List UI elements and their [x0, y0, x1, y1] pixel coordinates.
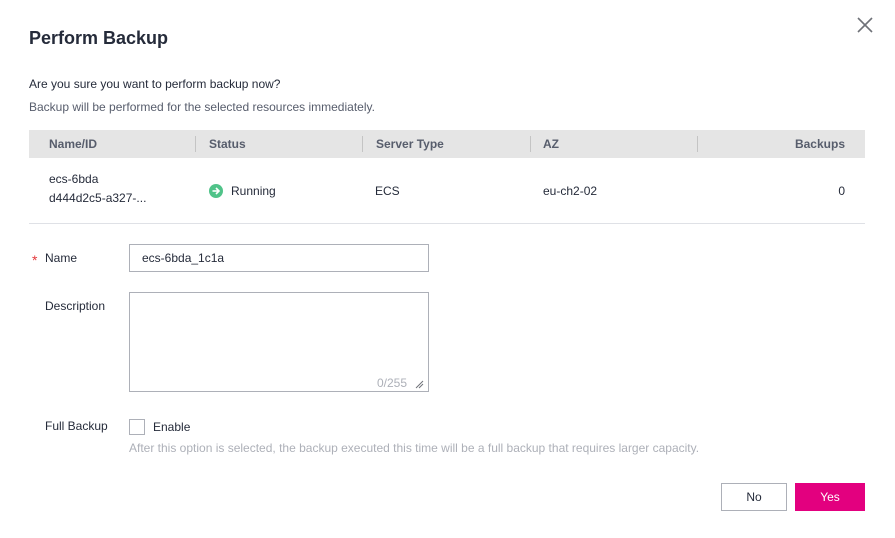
column-header-server-type: Server Type [376, 137, 444, 151]
yes-button[interactable]: Yes [795, 483, 865, 511]
description-counter: 0/255 [377, 376, 408, 390]
info-text: Backup will be performed for the selecte… [29, 100, 375, 114]
resource-id: d444d2c5-a327-... [49, 191, 147, 205]
enable-label[interactable]: Enable [153, 420, 190, 434]
backup-name-input[interactable] [129, 244, 429, 272]
column-header-name-id: Name/ID [49, 137, 98, 151]
close-icon[interactable] [852, 12, 878, 38]
name-label: Name [45, 251, 78, 265]
full-backup-label: Full Backup [45, 419, 108, 433]
full-backup-checkbox[interactable] [129, 419, 145, 435]
column-header-backups: Backups [794, 137, 845, 151]
column-header-az: AZ [543, 137, 559, 151]
no-button[interactable]: No [721, 483, 787, 511]
perform-backup-dialog: Perform Backup Are you sure you want to … [0, 0, 895, 538]
table-row: ecs-6bda d444d2c5-a327-... Running ECS e… [29, 158, 865, 224]
dialog-title: Perform Backup [29, 28, 169, 48]
column-header-status: Status [209, 137, 246, 151]
description-label: Description [45, 299, 106, 313]
column-divider [195, 136, 196, 152]
server-type-value: ECS [375, 184, 400, 198]
column-divider [530, 136, 531, 152]
column-divider [697, 136, 698, 152]
running-status-icon [209, 184, 223, 198]
status-text: Running [231, 184, 276, 198]
az-value: eu-ch2-02 [543, 184, 598, 198]
backups-count: 0 [838, 184, 845, 198]
resource-table: Name/ID Status Server Type AZ Backups ec… [29, 130, 865, 224]
full-backup-hint: After this option is selected, the backu… [129, 441, 700, 455]
resource-name: ecs-6bda [49, 172, 99, 186]
required-marker: * [32, 252, 38, 268]
column-divider [362, 136, 363, 152]
table-header: Name/ID Status Server Type AZ Backups [29, 130, 865, 158]
resize-handle-icon[interactable] [414, 376, 424, 389]
confirm-text: Are you sure you want to perform backup … [29, 77, 281, 91]
